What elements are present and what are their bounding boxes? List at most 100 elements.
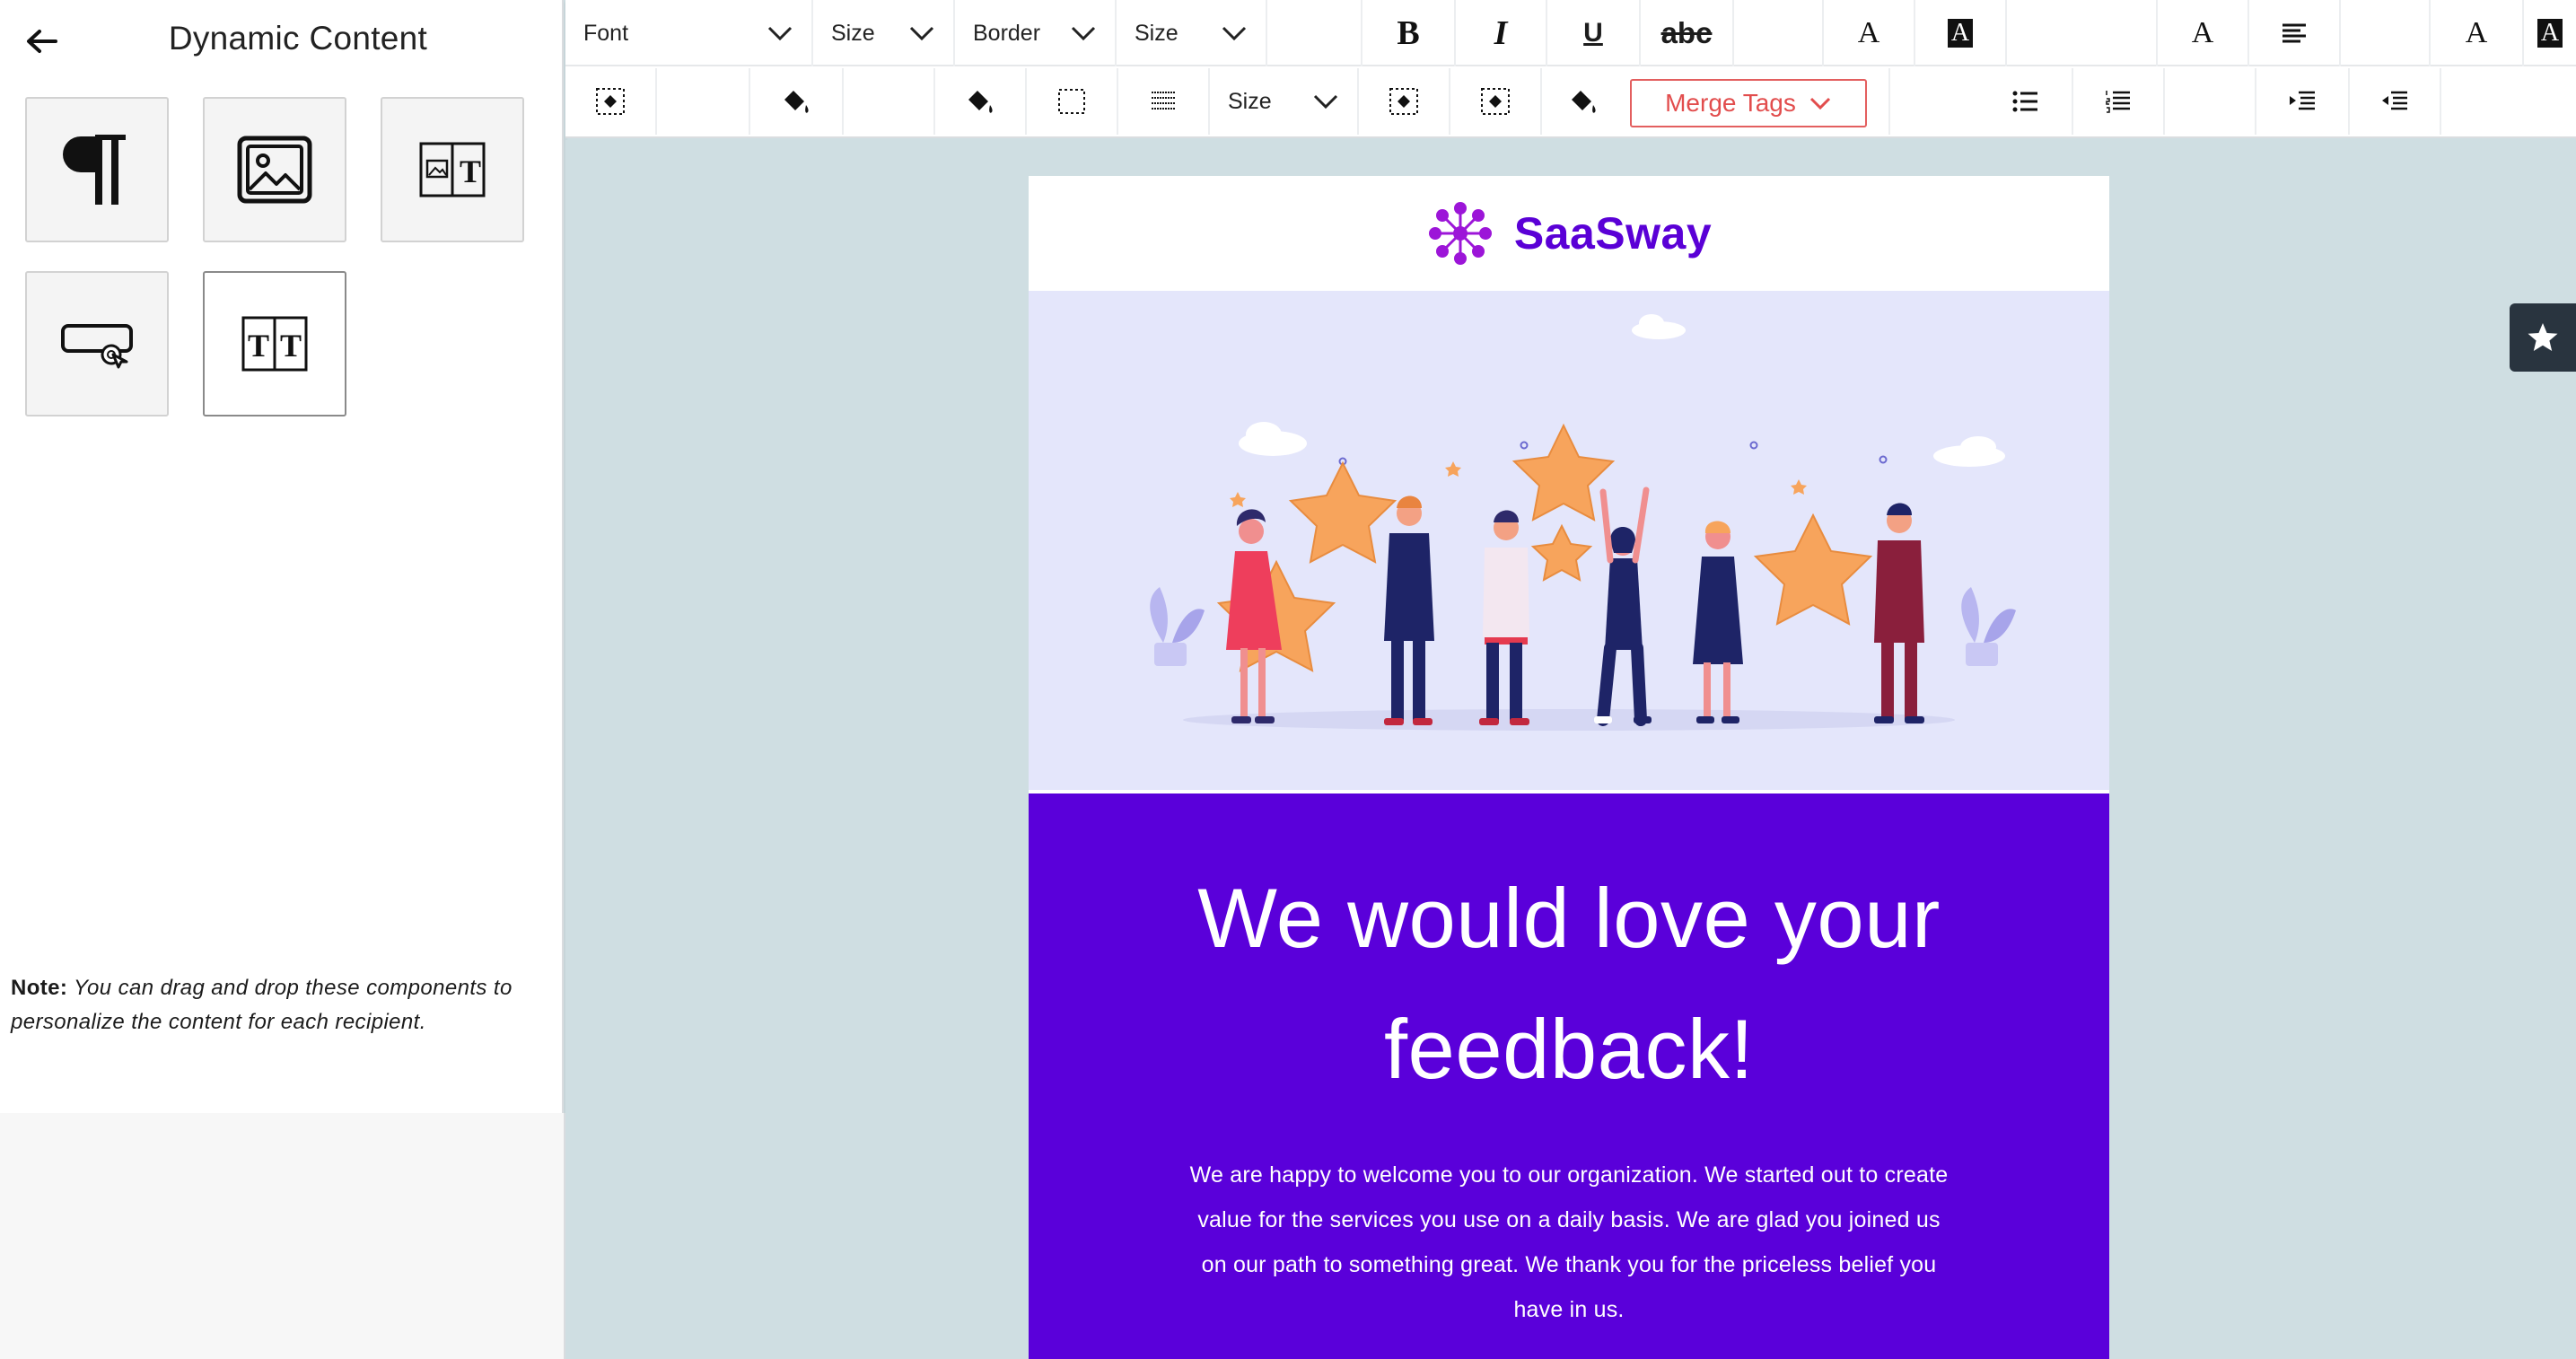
bullet-list-icon	[2012, 91, 2037, 112]
paint-bucket-icon	[1572, 91, 1596, 113]
chevron-down-icon	[767, 26, 793, 41]
highlight-color-button-2[interactable]: A	[2524, 0, 2576, 66]
toolbar-spacer	[657, 68, 750, 135]
dashed-fill-icon	[1389, 88, 1418, 115]
toolbar-spacer	[1734, 0, 1824, 66]
chevron-down-icon	[1313, 94, 1338, 110]
feedback-section[interactable]: We would love your feedback! We are happ…	[1029, 793, 2109, 1359]
chevron-down-icon	[1071, 26, 1096, 41]
chevron-down-icon	[909, 26, 934, 41]
image-text-block-tile[interactable]: T	[381, 97, 524, 242]
text-color-glyph-2: A	[2465, 16, 2488, 49]
outdent-button[interactable]	[2350, 68, 2441, 135]
highlight-color-glyph-2: A	[2537, 19, 2563, 48]
bold-glyph: B	[1397, 14, 1420, 52]
strikethrough-button[interactable]: abc	[1641, 0, 1734, 66]
line-spacing-icon	[1152, 92, 1175, 110]
border-size-dropdown-label: Size	[1135, 20, 1178, 46]
hero-illustration[interactable]	[1029, 291, 2109, 790]
paint-bucket-button-3[interactable]	[1542, 68, 1625, 135]
merge-tags-label: Merge Tags	[1665, 89, 1796, 117]
feedback-headline: We would love your feedback!	[1197, 871, 1941, 1096]
toolbar-spacer	[2007, 0, 2158, 66]
text-color-glyph: A	[2191, 16, 2214, 49]
size-dropdown[interactable]: Size	[813, 0, 955, 66]
image-block-tile[interactable]	[203, 97, 346, 242]
font-dropdown[interactable]: Font	[565, 0, 813, 66]
paint-bucket-icon	[968, 91, 993, 113]
paragraph-block-tile[interactable]	[25, 97, 169, 242]
indent-button[interactable]	[2256, 68, 2350, 135]
paint-bucket-button-2[interactable]	[935, 68, 1027, 135]
brand-name: SaaSway	[1513, 208, 1713, 259]
highlight-color-button[interactable]: A	[1915, 0, 2007, 66]
saasway-logo-icon	[1428, 202, 1492, 265]
text-glyph-left: T	[248, 328, 270, 364]
border-dropdown[interactable]: Border	[955, 0, 1117, 66]
underline-button[interactable]: U	[1547, 0, 1641, 66]
welcome-paragraph: We are happy to welcome you to our organ…	[1189, 1162, 1949, 1322]
numbered-list-button[interactable]	[2073, 68, 2165, 135]
border-style-button[interactable]	[1027, 68, 1118, 135]
paint-bucket-icon	[784, 91, 809, 113]
pilcrow-icon	[63, 135, 126, 205]
chevron-down-icon	[1809, 97, 1830, 110]
toolbar-spacer	[844, 68, 935, 135]
toolbar-divider	[1888, 68, 1890, 135]
merge-tags-dropdown[interactable]: Merge Tags	[1630, 79, 1867, 127]
drag-drop-note: Note: You can drag and drop these compon…	[11, 971, 549, 1039]
text-glyph-right: T	[280, 328, 302, 364]
button-cursor-icon	[61, 324, 133, 369]
note-label: Note:	[11, 976, 68, 1000]
chevron-down-icon	[1222, 26, 1247, 41]
bullet-list-button[interactable]	[1980, 68, 2073, 135]
size-dropdown-label: Size	[831, 20, 875, 46]
italic-button[interactable]: I	[1456, 0, 1547, 66]
fill-cell-button-2[interactable]	[1359, 68, 1450, 135]
numbered-list-icon	[2106, 91, 2130, 113]
size-dropdown-2-label: Size	[1228, 88, 1272, 114]
button-block-tile[interactable]	[25, 271, 169, 416]
border-dropdown-label: Border	[973, 20, 1041, 46]
italic-glyph: I	[1494, 14, 1508, 52]
toolbar-spacer	[2165, 68, 2256, 135]
text-color-button[interactable]: A	[2158, 0, 2249, 66]
text-glyph: T	[460, 153, 482, 189]
font-color-button[interactable]: A	[1824, 0, 1915, 66]
email-header[interactable]: SaaSway	[1029, 176, 2109, 291]
panel-empty-area	[0, 1113, 565, 1359]
font-dropdown-label: Font	[583, 20, 629, 46]
editor-toolbar: Font Size Border Size B I U abc A A A A …	[565, 0, 2576, 138]
line-spacing-button[interactable]	[1118, 68, 1210, 135]
fill-cell-button-3[interactable]	[1450, 68, 1542, 135]
toolbar-spacer	[1267, 0, 1362, 66]
size-dropdown-2[interactable]: Size	[1210, 68, 1359, 135]
align-button[interactable]	[2249, 0, 2341, 66]
dashed-border-icon	[1058, 89, 1085, 114]
underline-glyph: U	[1583, 18, 1603, 48]
toolbar-row-2: Size Merge Tags	[565, 68, 2576, 135]
paint-bucket-button[interactable]	[750, 68, 844, 135]
dashed-fill-icon	[1481, 88, 1510, 115]
outdent-icon	[2382, 91, 2407, 110]
align-left-icon	[2282, 23, 2306, 43]
panel-header: Dynamic Content	[0, 0, 564, 81]
two-column-text-tile[interactable]: T T	[203, 271, 346, 416]
star-icon	[2528, 323, 2558, 351]
text-color-button-2[interactable]: A	[2431, 0, 2524, 66]
font-color-glyph: A	[1857, 16, 1880, 49]
panel-title: Dynamic Content	[168, 20, 428, 57]
indent-icon	[2290, 91, 2315, 110]
strike-glyph: abc	[1660, 16, 1713, 49]
note-text: You can drag and drop these components t…	[11, 976, 513, 1034]
feedback-stars-illustration	[1150, 314, 2016, 731]
dynamic-content-panel: Dynamic Content T T T Note: You can drag…	[0, 0, 564, 1113]
email-template[interactable]: SaaSway We would love your feedback! We …	[1029, 176, 2109, 1359]
bold-button[interactable]: B	[1362, 0, 1456, 66]
dashed-fill-icon	[596, 88, 625, 115]
border-size-dropdown[interactable]: Size	[1117, 0, 1267, 66]
toolbar-row-1: Font Size Border Size B I U abc A A A A …	[565, 0, 2576, 66]
favorites-tab[interactable]	[2510, 303, 2576, 372]
image-icon	[237, 136, 312, 204]
fill-cell-button[interactable]	[565, 68, 657, 135]
